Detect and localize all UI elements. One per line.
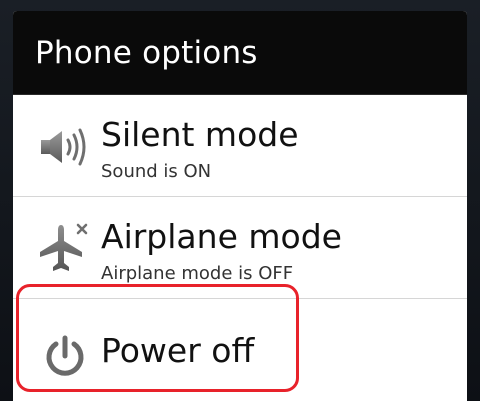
airplane-icon <box>33 219 97 279</box>
dialog-title-bar: Phone options <box>13 11 467 95</box>
option-silent-mode[interactable]: Silent mode Sound is ON <box>13 95 467 197</box>
screen: Phone options Silent mode Sound is ON Ai… <box>0 0 480 401</box>
power-off-highlight-box <box>16 284 299 392</box>
option-label: Airplane mode <box>101 217 342 256</box>
speaker-volume-icon <box>33 117 97 177</box>
dialog-title: Phone options <box>35 34 258 71</box>
option-status: Airplane mode is OFF <box>101 263 294 284</box>
option-label: Silent mode <box>101 115 299 154</box>
option-status: Sound is ON <box>101 161 212 182</box>
